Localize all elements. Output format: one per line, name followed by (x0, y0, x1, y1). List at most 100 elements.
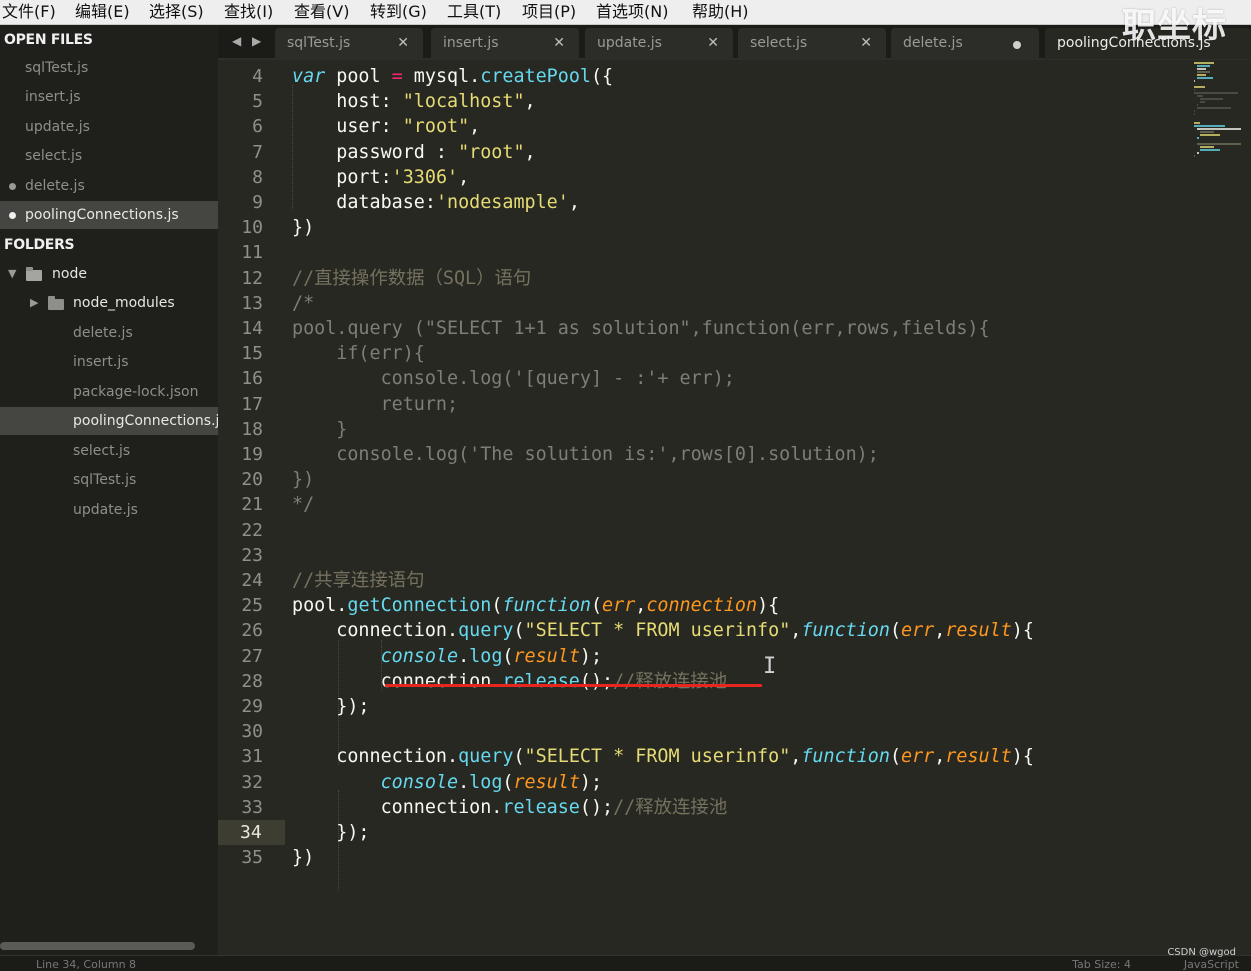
menu-file[interactable]: 文件(F) (2, 1, 56, 23)
menu-find[interactable]: 查找(I) (224, 1, 273, 23)
line-number: 15 (241, 343, 263, 365)
minimap-line (1194, 155, 1196, 157)
minimap-line (1200, 146, 1215, 148)
minimap-line (1197, 71, 1210, 73)
code-line[interactable]: //直接操作数据（SQL）语句 (292, 266, 531, 291)
menu-project[interactable]: 项目(P) (522, 1, 576, 23)
unsaved-dot-icon[interactable] (1013, 41, 1021, 49)
tree-file[interactable]: select.js (0, 437, 218, 465)
unsaved-dot-icon (9, 183, 16, 190)
tree-file[interactable]: update.js (0, 496, 218, 524)
line-number: 25 (241, 595, 263, 617)
open-file-item[interactable]: update.js (0, 113, 218, 141)
code-line[interactable]: return; (292, 392, 459, 417)
code-line[interactable]: //共享连接语句 (292, 568, 425, 593)
status-syntax[interactable]: JavaScript (1184, 958, 1239, 971)
close-icon[interactable]: ✕ (707, 28, 719, 59)
code-line[interactable]: }) (292, 467, 314, 492)
tab-label: update.js (597, 35, 662, 51)
menu-selection[interactable]: 选择(S) (149, 1, 204, 23)
code-line[interactable]: connection.release();//释放连接池 (292, 669, 728, 694)
tab-sqltest[interactable]: sqlTest.js ✕ (275, 28, 423, 59)
tab-scroll-right-icon[interactable]: ▶ (252, 34, 261, 48)
tab-delete[interactable]: delete.js (891, 28, 1039, 59)
minimap-line (1200, 98, 1223, 100)
status-bar: Line 34, Column 8 Tab Size: 4 JavaScript (0, 955, 1251, 971)
tree-file[interactable]: package-lock.json (0, 378, 218, 406)
tab-scroll-left-icon[interactable]: ◀ (232, 34, 241, 48)
code-line[interactable]: console.log(result); (292, 644, 602, 669)
menu-tools[interactable]: 工具(T) (447, 1, 501, 23)
status-tab-size[interactable]: Tab Size: 4 (1072, 958, 1131, 971)
minimap-line (1197, 65, 1210, 67)
code-line[interactable]: console.log(result); (292, 770, 602, 795)
tree-file[interactable]: sqlTest.js (0, 466, 218, 494)
menu-goto[interactable]: 转到(G) (370, 1, 427, 23)
minimap-line (1194, 80, 1196, 82)
line-number: 20 (241, 469, 263, 491)
line-number: 13 (241, 292, 263, 314)
expand-triangle-icon: ▼ (8, 267, 17, 280)
menu-edit[interactable]: 编辑(E) (75, 1, 130, 23)
code-line[interactable]: database:'nodesample', (292, 190, 580, 215)
tree-file-label: delete.js (73, 325, 133, 341)
code-line[interactable]: connection.query("SELECT * FROM userinfo… (292, 618, 1034, 643)
close-icon[interactable]: ✕ (397, 28, 409, 59)
tree-file[interactable]: delete.js (0, 319, 218, 347)
tree-file-label: insert.js (73, 354, 129, 370)
open-file-item-active[interactable]: poolingConnections.js (0, 201, 218, 229)
open-file-label: sqlTest.js (25, 60, 89, 76)
open-file-item[interactable]: delete.js (0, 172, 218, 200)
sidebar-scrollbar[interactable] (0, 942, 195, 950)
code-line[interactable]: connection.release();//释放连接池 (292, 795, 728, 820)
code-line[interactable]: port:'3306', (292, 165, 469, 190)
tree-file[interactable]: insert.js (0, 348, 218, 376)
code-line[interactable]: user: "root", (292, 114, 480, 139)
code-line[interactable]: console.log('[query] - :'+ err); (292, 366, 735, 391)
code-line[interactable]: password : "root", (292, 140, 535, 165)
close-icon[interactable]: ✕ (860, 28, 872, 59)
line-number: 18 (241, 418, 263, 440)
code-line[interactable]: }) (292, 845, 314, 870)
code-line[interactable]: connection.query("SELECT * FROM userinfo… (292, 744, 1034, 769)
code-line[interactable]: }); (292, 694, 369, 719)
folders-header: FOLDERS (4, 237, 75, 253)
minimap[interactable] (1190, 62, 1251, 182)
code-line[interactable]: if(err){ (292, 341, 425, 366)
open-file-item[interactable]: sqlTest.js (0, 54, 218, 82)
code-line[interactable]: */ (292, 492, 314, 517)
code-line[interactable]: console.log('The solution is:',rows[0].s… (292, 442, 879, 467)
code-line[interactable]: }) (292, 215, 314, 240)
line-number: 30 (241, 721, 263, 743)
menu-help[interactable]: 帮助(H) (692, 1, 749, 23)
open-file-item[interactable]: select.js (0, 142, 218, 170)
code-line[interactable]: var pool = mysql.createPool({ (292, 64, 613, 89)
code-line[interactable]: /* (292, 291, 314, 316)
open-file-item[interactable]: insert.js (0, 83, 218, 111)
tab-insert[interactable]: insert.js ✕ (431, 28, 579, 59)
minimap-line (1197, 95, 1203, 97)
tree-file-label: poolingConnections.js (73, 413, 218, 429)
code-line[interactable]: } (292, 417, 347, 442)
tree-file-active[interactable]: poolingConnections.js (0, 407, 218, 435)
tree-file-label: sqlTest.js (73, 472, 137, 488)
folder-open-icon (26, 267, 42, 281)
code-line[interactable]: pool.query ("SELECT 1+1 as solution",fun… (292, 316, 990, 341)
line-number: 10 (241, 217, 263, 239)
code-line[interactable]: }); (292, 820, 369, 845)
code-editor[interactable]: var pool = mysql.createPool({ host: "loc… (292, 60, 1182, 955)
menu-preferences[interactable]: 首选项(N) (596, 1, 668, 23)
tab-select[interactable]: select.js ✕ (738, 28, 886, 59)
menu-view[interactable]: 查看(V) (294, 1, 349, 23)
code-line[interactable]: pool.getConnection(function(err,connecti… (292, 593, 779, 618)
line-number: 26 (241, 620, 263, 642)
line-number: 12 (241, 267, 263, 289)
tab-update[interactable]: update.js ✕ (585, 28, 733, 59)
code-line[interactable]: host: "localhost", (292, 89, 535, 114)
minimap-line (1197, 107, 1232, 109)
line-number: 5 (252, 91, 263, 113)
minimap-line (1197, 143, 1242, 145)
close-icon[interactable]: ✕ (553, 28, 565, 59)
folder-node-modules[interactable]: ▶ node_modules (0, 289, 218, 317)
folder-node[interactable]: ▼ node (0, 260, 218, 288)
